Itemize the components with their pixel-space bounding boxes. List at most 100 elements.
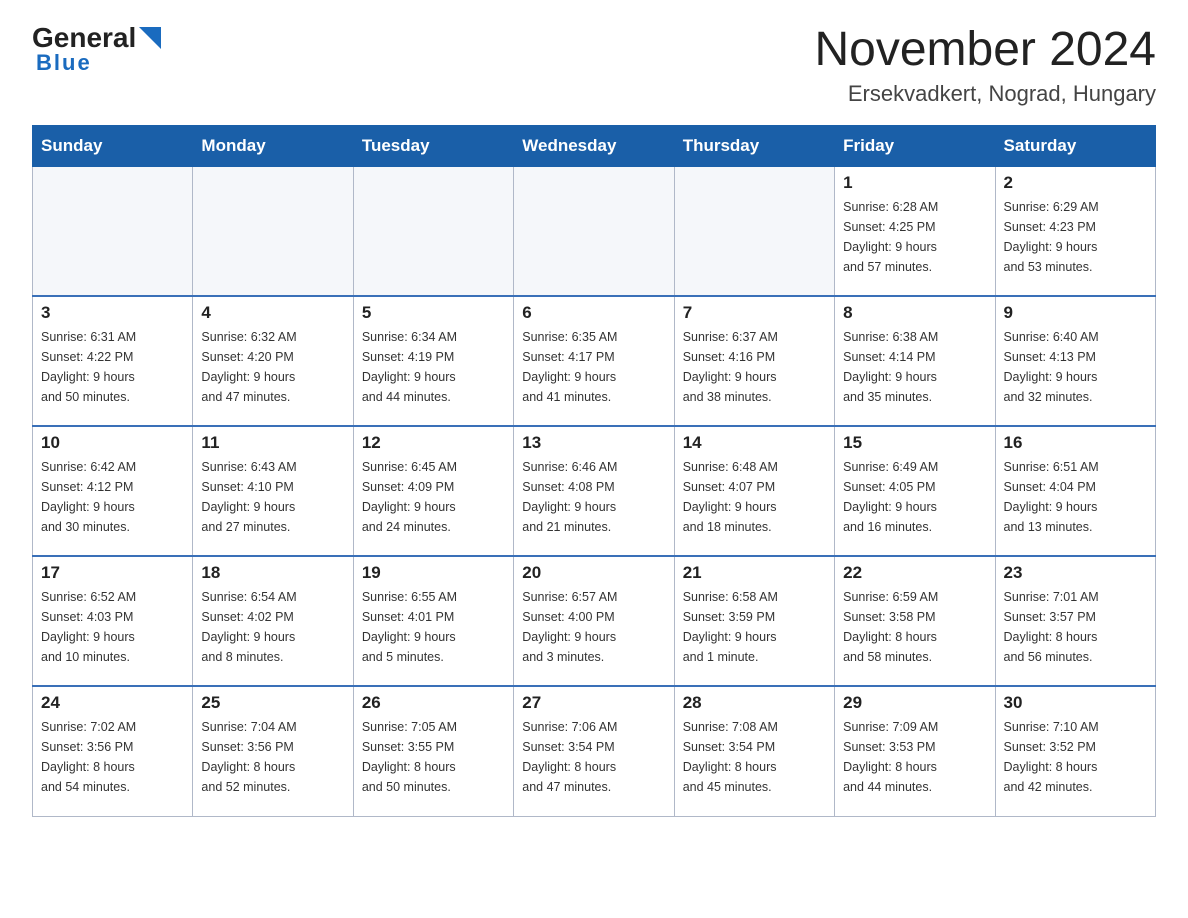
day-info: Sunrise: 6:57 AMSunset: 4:00 PMDaylight:… [522, 587, 665, 667]
day-number: 25 [201, 693, 344, 713]
day-number: 14 [683, 433, 826, 453]
col-header-tuesday: Tuesday [353, 125, 513, 166]
calendar-week-5: 24 Sunrise: 7:02 AMSunset: 3:56 PMDayligh… [33, 686, 1156, 816]
col-header-friday: Friday [835, 125, 995, 166]
day-info: Sunrise: 6:38 AMSunset: 4:14 PMDaylight:… [843, 327, 986, 407]
day-info: Sunrise: 6:45 AMSunset: 4:09 PMDaylight:… [362, 457, 505, 537]
header-area: General Blue November 2024 Ersekvadkert,… [32, 24, 1156, 107]
calendar-week-4: 17 Sunrise: 6:52 AMSunset: 4:03 PMDayligh… [33, 556, 1156, 686]
calendar-cell-w3-d6: 15 Sunrise: 6:49 AMSunset: 4:05 PMDayligh… [835, 426, 995, 556]
day-number: 13 [522, 433, 665, 453]
day-number: 24 [41, 693, 184, 713]
day-number: 2 [1004, 173, 1147, 193]
day-number: 30 [1004, 693, 1147, 713]
calendar-cell-w2-d5: 7 Sunrise: 6:37 AMSunset: 4:16 PMDaylight… [674, 296, 834, 426]
day-info: Sunrise: 6:32 AMSunset: 4:20 PMDaylight:… [201, 327, 344, 407]
calendar-cell-w4-d7: 23Sunrise: 7:01 AMSunset: 3:57 PMDayligh… [995, 556, 1155, 686]
day-number: 29 [843, 693, 986, 713]
day-info: Sunrise: 7:06 AMSunset: 3:54 PMDaylight:… [522, 717, 665, 797]
calendar-cell-w2-d3: 5 Sunrise: 6:34 AMSunset: 4:19 PMDaylight… [353, 296, 513, 426]
calendar-cell-w5-d2: 25 Sunrise: 7:04 AMSunset: 3:56 PMDayligh… [193, 686, 353, 816]
day-number: 1 [843, 173, 986, 193]
day-number: 5 [362, 303, 505, 323]
calendar-cell-w1-d3 [353, 166, 513, 296]
day-number: 23 [1004, 563, 1147, 583]
day-info: Sunrise: 6:37 AMSunset: 4:16 PMDaylight:… [683, 327, 826, 407]
day-info: Sunrise: 6:49 AMSunset: 4:05 PMDaylight:… [843, 457, 986, 537]
day-info: Sunrise: 6:46 AMSunset: 4:08 PMDaylight:… [522, 457, 665, 537]
day-info: Sunrise: 6:29 AMSunset: 4:23 PMDaylight:… [1004, 197, 1147, 277]
day-info: Sunrise: 7:04 AMSunset: 3:56 PMDaylight:… [201, 717, 344, 797]
calendar-cell-w3-d1: 10 Sunrise: 6:42 AMSunset: 4:12 PMDayligh… [33, 426, 193, 556]
calendar-subtitle: Ersekvadkert, Nograd, Hungary [814, 81, 1156, 107]
day-info: Sunrise: 6:55 AMSunset: 4:01 PMDaylight:… [362, 587, 505, 667]
calendar-cell-w2-d2: 4 Sunrise: 6:32 AMSunset: 4:20 PMDaylight… [193, 296, 353, 426]
logo-blue-text: Blue [32, 50, 92, 76]
day-number: 3 [41, 303, 184, 323]
day-info: Sunrise: 6:42 AMSunset: 4:12 PMDaylight:… [41, 457, 184, 537]
calendar-table: Sunday Monday Tuesday Wednesday Thursday… [32, 125, 1156, 817]
day-number: 7 [683, 303, 826, 323]
day-info: Sunrise: 6:59 AMSunset: 3:58 PMDaylight:… [843, 587, 986, 667]
day-info: Sunrise: 7:02 AMSunset: 3:56 PMDaylight:… [41, 717, 184, 797]
calendar-cell-w4-d3: 19 Sunrise: 6:55 AMSunset: 4:01 PMDayligh… [353, 556, 513, 686]
calendar-cell-w1-d6: 1 Sunrise: 6:28 AMSunset: 4:25 PMDaylight… [835, 166, 995, 296]
calendar-cell-w5-d6: 29Sunrise: 7:09 AMSunset: 3:53 PMDayligh… [835, 686, 995, 816]
col-header-wednesday: Wednesday [514, 125, 674, 166]
calendar-cell-w4-d5: 21 Sunrise: 6:58 AMSunset: 3:59 PMDayligh… [674, 556, 834, 686]
calendar-cell-w4-d1: 17 Sunrise: 6:52 AMSunset: 4:03 PMDayligh… [33, 556, 193, 686]
day-number: 28 [683, 693, 826, 713]
day-number: 22 [843, 563, 986, 583]
calendar-cell-w5-d1: 24 Sunrise: 7:02 AMSunset: 3:56 PMDayligh… [33, 686, 193, 816]
day-number: 21 [683, 563, 826, 583]
calendar-cell-w2-d6: 8Sunrise: 6:38 AMSunset: 4:14 PMDaylight… [835, 296, 995, 426]
calendar-cell-w2-d7: 9Sunrise: 6:40 AMSunset: 4:13 PMDaylight… [995, 296, 1155, 426]
day-number: 15 [843, 433, 986, 453]
calendar-header-row: Sunday Monday Tuesday Wednesday Thursday… [33, 125, 1156, 166]
calendar-week-3: 10 Sunrise: 6:42 AMSunset: 4:12 PMDayligh… [33, 426, 1156, 556]
day-number: 9 [1004, 303, 1147, 323]
calendar-cell-w5-d7: 30Sunrise: 7:10 AMSunset: 3:52 PMDayligh… [995, 686, 1155, 816]
calendar-cell-w1-d2 [193, 166, 353, 296]
day-info: Sunrise: 6:48 AMSunset: 4:07 PMDaylight:… [683, 457, 826, 537]
day-info: Sunrise: 6:51 AMSunset: 4:04 PMDaylight:… [1004, 457, 1147, 537]
calendar-cell-w1-d7: 2 Sunrise: 6:29 AMSunset: 4:23 PMDaylight… [995, 166, 1155, 296]
day-info: Sunrise: 6:31 AMSunset: 4:22 PMDaylight:… [41, 327, 184, 407]
calendar-cell-w5-d3: 26 Sunrise: 7:05 AMSunset: 3:55 PMDayligh… [353, 686, 513, 816]
calendar-cell-w3-d2: 11 Sunrise: 6:43 AMSunset: 4:10 PMDayligh… [193, 426, 353, 556]
calendar-cell-w1-d4 [514, 166, 674, 296]
day-number: 6 [522, 303, 665, 323]
day-info: Sunrise: 6:54 AMSunset: 4:02 PMDaylight:… [201, 587, 344, 667]
day-info: Sunrise: 6:35 AMSunset: 4:17 PMDaylight:… [522, 327, 665, 407]
day-number: 4 [201, 303, 344, 323]
calendar-cell-w3-d5: 14 Sunrise: 6:48 AMSunset: 4:07 PMDayligh… [674, 426, 834, 556]
calendar-cell-w4-d2: 18Sunrise: 6:54 AMSunset: 4:02 PMDayligh… [193, 556, 353, 686]
calendar-cell-w3-d4: 13 Sunrise: 6:46 AMSunset: 4:08 PMDayligh… [514, 426, 674, 556]
day-number: 10 [41, 433, 184, 453]
day-number: 17 [41, 563, 184, 583]
day-number: 26 [362, 693, 505, 713]
calendar-cell-w5-d4: 27 Sunrise: 7:06 AMSunset: 3:54 PMDayligh… [514, 686, 674, 816]
calendar-cell-w3-d3: 12 Sunrise: 6:45 AMSunset: 4:09 PMDayligh… [353, 426, 513, 556]
calendar-week-2: 3 Sunrise: 6:31 AMSunset: 4:22 PMDaylight… [33, 296, 1156, 426]
day-info: Sunrise: 6:28 AMSunset: 4:25 PMDaylight:… [843, 197, 986, 277]
day-number: 27 [522, 693, 665, 713]
day-info: Sunrise: 7:05 AMSunset: 3:55 PMDaylight:… [362, 717, 505, 797]
logo-text-general: General [32, 24, 136, 52]
calendar-cell-w3-d7: 16 Sunrise: 6:51 AMSunset: 4:04 PMDayligh… [995, 426, 1155, 556]
day-info: Sunrise: 7:08 AMSunset: 3:54 PMDaylight:… [683, 717, 826, 797]
day-info: Sunrise: 6:52 AMSunset: 4:03 PMDaylight:… [41, 587, 184, 667]
calendar-cell-w1-d5 [674, 166, 834, 296]
logo: General Blue [32, 24, 161, 76]
col-header-saturday: Saturday [995, 125, 1155, 166]
day-info: Sunrise: 6:58 AMSunset: 3:59 PMDaylight:… [683, 587, 826, 667]
day-info: Sunrise: 6:43 AMSunset: 4:10 PMDaylight:… [201, 457, 344, 537]
day-number: 12 [362, 433, 505, 453]
day-info: Sunrise: 6:34 AMSunset: 4:19 PMDaylight:… [362, 327, 505, 407]
day-number: 19 [362, 563, 505, 583]
col-header-monday: Monday [193, 125, 353, 166]
day-number: 11 [201, 433, 344, 453]
day-number: 16 [1004, 433, 1147, 453]
calendar-cell-w2-d1: 3 Sunrise: 6:31 AMSunset: 4:22 PMDaylight… [33, 296, 193, 426]
col-header-thursday: Thursday [674, 125, 834, 166]
